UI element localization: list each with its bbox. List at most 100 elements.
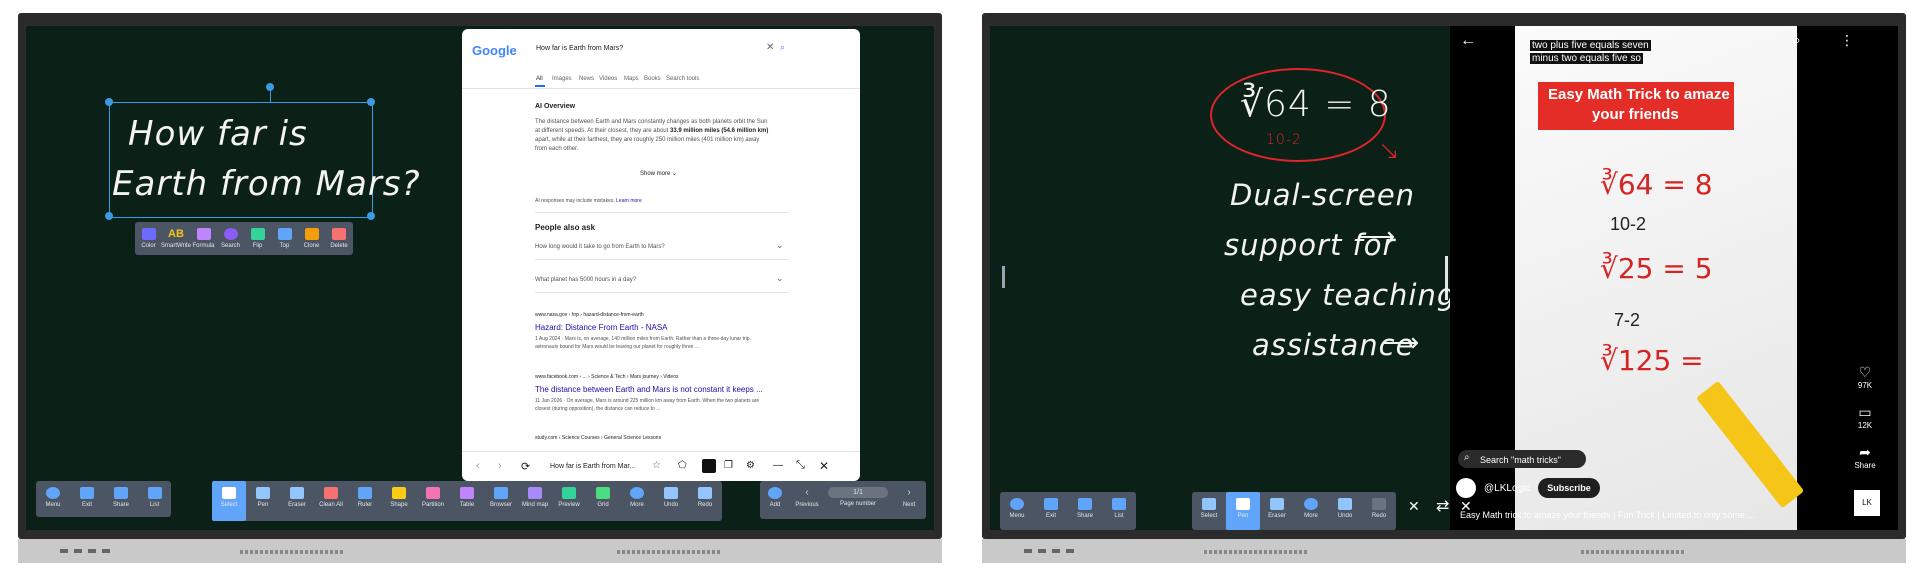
color-button[interactable]: Color <box>135 222 162 255</box>
delete-button[interactable]: Delete <box>325 222 353 255</box>
next-page-button[interactable]: › Next <box>892 481 926 519</box>
paa-question-2[interactable]: What planet has 5000 hours in a day? <box>535 277 636 283</box>
menu-button[interactable]: Menu <box>1000 492 1034 530</box>
select-button[interactable]: Select <box>212 481 246 521</box>
formula-button[interactable]: Formula <box>190 222 217 255</box>
shape-button[interactable]: Shape <box>382 481 416 521</box>
chevron-down-icon[interactable]: ⌄ <box>776 240 784 251</box>
preview-button[interactable]: Preview <box>552 481 586 521</box>
close-split-icon[interactable]: ✕ <box>1460 498 1472 515</box>
like-button[interactable]: ♡ 97K <box>1850 364 1880 390</box>
channel-avatar[interactable] <box>1456 478 1476 498</box>
left-board-canvas[interactable]: How far is Earth from Mars? Color AB Smar… <box>26 26 934 530</box>
clear-icon[interactable]: ✕ <box>766 42 774 53</box>
resize-handle[interactable] <box>367 98 375 106</box>
shrink-icon[interactable]: ⤡ <box>796 459 805 472</box>
search-button[interactable]: Search <box>217 222 244 255</box>
more-options-icon[interactable]: ⋮ <box>1840 32 1854 49</box>
back-arrow-icon[interactable]: ← <box>1460 32 1476 50</box>
ruler-button[interactable]: Ruler <box>348 481 382 521</box>
address-bar[interactable]: How far is Earth from Mar... <box>550 463 635 470</box>
paper-note-2: 7-2 <box>1614 310 1641 330</box>
paper-note-1: 10-2 <box>1610 214 1647 234</box>
comments-button[interactable]: ▭ 12K <box>1850 404 1880 430</box>
more-button[interactable]: More <box>620 481 654 521</box>
list-button[interactable]: List <box>1102 492 1136 530</box>
tab-all[interactable]: All <box>536 76 543 82</box>
top-button[interactable]: Top <box>271 222 298 255</box>
bookmark-icon[interactable]: ☆ <box>652 460 661 471</box>
undo-button[interactable]: Undo <box>1328 492 1362 530</box>
result-title[interactable]: The distance between Earth and Mars is n… <box>535 385 763 394</box>
channel-name[interactable]: @LKLogic <box>1484 483 1530 494</box>
search-icon[interactable]: ⌕ <box>780 42 785 53</box>
menu-button[interactable]: Menu <box>36 481 70 517</box>
exit-button[interactable]: Exit <box>70 481 104 517</box>
redo-icon <box>698 487 712 499</box>
share-button[interactable]: ➦ Share <box>1850 444 1880 470</box>
resize-handle[interactable] <box>367 212 375 220</box>
subscribe-button[interactable]: Subscribe <box>1538 478 1600 498</box>
swap-screens-icon[interactable]: ⇄ <box>1436 496 1449 516</box>
divider <box>462 451 860 452</box>
previous-page-button[interactable]: ‹ Previous <box>790 481 824 519</box>
more-button[interactable]: More <box>1294 492 1328 530</box>
show-more-button[interactable]: Show more ⌄ <box>640 170 677 177</box>
copy-icon[interactable]: ❐ <box>724 460 733 471</box>
flip-button[interactable]: Flip <box>244 222 271 255</box>
clean-all-button[interactable]: Clean All <box>314 481 348 521</box>
clone-button[interactable]: Clone <box>298 222 325 255</box>
table-button[interactable]: Table <box>450 481 484 521</box>
share-button[interactable]: Share <box>1068 492 1102 530</box>
tab-search-tools[interactable]: Search tools <box>666 76 699 82</box>
page-number-field[interactable]: 1/1 Page number <box>824 481 892 519</box>
undo-button[interactable]: Undo <box>654 481 688 521</box>
pen-button[interactable]: Pen <box>1226 492 1260 530</box>
list-button[interactable]: List <box>138 481 171 517</box>
partition-button[interactable]: Partition <box>416 481 450 521</box>
learn-more-link[interactable]: Learn more <box>616 198 642 204</box>
select-button[interactable]: Select <box>1192 492 1226 530</box>
result-title[interactable]: Hazard: Distance From Earth - NASA <box>535 323 667 332</box>
video-description[interactable]: Easy Math trick to amaze your friends | … <box>1460 510 1755 520</box>
share-button[interactable]: Share <box>104 481 138 517</box>
speaker-grille <box>617 550 722 554</box>
chevron-down-icon[interactable]: ⌄ <box>776 273 784 284</box>
paa-question-1[interactable]: How long would it take to go from Earth … <box>535 244 665 250</box>
tab-news[interactable]: News <box>579 76 594 82</box>
reload-icon[interactable]: ⟳ <box>521 460 530 473</box>
tab-maps[interactable]: Maps <box>624 76 639 82</box>
forward-icon[interactable]: › <box>498 460 502 472</box>
exit-button[interactable]: Exit <box>1034 492 1068 530</box>
settings-icon[interactable]: ⚙ <box>746 460 755 471</box>
resize-handle[interactable] <box>105 212 113 220</box>
search-icon[interactable]: ⌕ <box>1792 32 1801 50</box>
left-monitor-base <box>18 539 942 563</box>
redo-button[interactable]: Redo <box>688 481 722 521</box>
video-player[interactable]: ← ⌕ ⋮ two plus five equals seven minus t… <box>1450 26 1898 530</box>
minimize-icon[interactable]: — <box>773 460 783 471</box>
resize-handle[interactable] <box>105 98 113 106</box>
redo-button[interactable]: Redo <box>1362 492 1396 530</box>
tab-images[interactable]: Images <box>552 76 572 82</box>
screen-capture-icon[interactable] <box>702 459 716 473</box>
tab-videos[interactable]: Videos <box>599 76 617 82</box>
channel-thumbnail[interactable]: LK <box>1854 490 1880 516</box>
pen-button[interactable]: Pen <box>246 481 280 521</box>
smartwrite-button[interactable]: AB SmartWrite <box>161 222 191 255</box>
mind-map-button[interactable]: Mind map <box>518 481 552 521</box>
add-page-button[interactable]: Add <box>760 481 790 519</box>
paper-equation-3: ∛125 = <box>1600 344 1704 377</box>
close-toolbar-icon[interactable]: ✕ <box>1408 498 1420 515</box>
split-handle-left[interactable] <box>1002 266 1005 288</box>
grid-button[interactable]: Grid <box>586 481 620 521</box>
close-icon[interactable]: ✕ <box>819 459 829 473</box>
eraser-button[interactable]: Eraser <box>280 481 314 521</box>
extension-icon[interactable]: ⬠ <box>678 460 687 471</box>
divider <box>535 292 788 293</box>
back-icon[interactable]: ‹ <box>476 460 480 472</box>
browser-button[interactable]: Browser <box>484 481 518 521</box>
eraser-button[interactable]: Eraser <box>1260 492 1294 530</box>
right-board-canvas[interactable]: ∛64 = 8 10-2 ↘ Dual-screen support for ⟶… <box>990 26 1898 530</box>
tab-books[interactable]: Books <box>644 76 661 82</box>
